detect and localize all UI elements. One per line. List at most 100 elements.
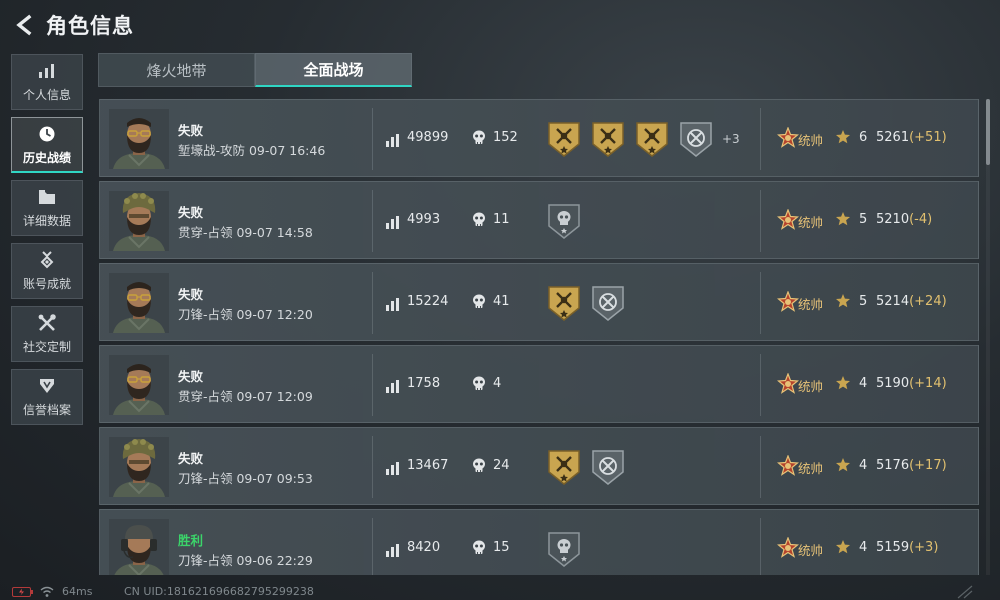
tab-warzone[interactable]: 烽火地带 <box>98 53 255 87</box>
skull-icon <box>472 212 486 228</box>
tab-full-battlefield[interactable]: 全面战场 <box>255 53 412 87</box>
match-score: 8420 <box>407 540 441 555</box>
character-avatar <box>109 355 169 415</box>
score-icon <box>386 378 400 393</box>
sidebar-item-reputation[interactable]: 信誉档案 <box>11 369 83 425</box>
star-icon <box>835 457 851 473</box>
star-icon <box>835 375 851 391</box>
clock-icon <box>37 124 57 144</box>
rank-points-value: 5159 <box>876 540 910 555</box>
rank-points: 5214(+24) <box>876 294 947 309</box>
match-row[interactable]: 失败 刀锋-占领 09-07 09:53 13467 24 统帅 4 5176(+17) <box>99 427 979 505</box>
mode-tabs: 烽火地带 全面战场 <box>98 53 412 87</box>
match-row[interactable]: 胜利 刀锋-占领 09-06 22:29 8420 15 统帅 4 5159(+3) <box>99 509 979 575</box>
medal-icon <box>37 250 57 270</box>
medal-gold-icon[interactable] <box>634 120 670 158</box>
match-mode-time: 刀锋-占领 09-07 09:53 <box>178 471 313 486</box>
medal-silver-icon[interactable] <box>590 284 626 322</box>
divider <box>760 518 761 575</box>
match-mode-time: 堑壕战-攻防 09-07 16:46 <box>178 143 326 158</box>
rank-points-delta: (-4) <box>909 212 933 227</box>
rank-points-delta: (+24) <box>909 294 947 309</box>
skull-icon <box>472 294 486 310</box>
rank-points: 5210(-4) <box>876 212 932 227</box>
match-result: 失败 <box>178 205 204 220</box>
divider <box>372 518 373 575</box>
rank-name: 统帅 <box>798 379 824 394</box>
scrollbar-thumb[interactable] <box>986 99 990 165</box>
rank-name: 统帅 <box>798 215 824 230</box>
match-row[interactable]: 失败 贯穿-占领 09-07 12:09 1758 4 统帅 4 5190(+14) <box>99 345 979 423</box>
medal-silver-icon[interactable] <box>678 120 714 158</box>
match-result: 胜利 <box>178 533 204 548</box>
divider <box>760 354 761 416</box>
rank-points: 5159(+3) <box>876 540 938 555</box>
medal-gold-icon[interactable] <box>546 284 582 322</box>
score-icon <box>386 460 400 475</box>
rank-level: 4 <box>859 458 868 473</box>
rank-badge-icon <box>776 290 800 313</box>
match-result: 失败 <box>178 287 204 302</box>
match-row[interactable]: 失败 刀锋-占领 09-07 12:20 15224 41 统帅 5 5214(+24) <box>99 263 979 341</box>
rank-points-delta: (+14) <box>909 376 947 391</box>
ping-value: 64ms <box>62 585 93 598</box>
rank-name: 统帅 <box>798 133 824 148</box>
rank-points-value: 5190 <box>876 376 910 391</box>
rank-badge-icon <box>776 372 800 395</box>
match-score: 4993 <box>407 212 441 227</box>
match-mode-time: 贯穿-占领 09-07 12:09 <box>178 389 313 404</box>
star-icon <box>835 211 851 227</box>
match-kills: 41 <box>493 294 510 309</box>
star-icon <box>835 539 851 555</box>
match-score: 13467 <box>407 458 449 473</box>
medal-list <box>546 202 590 240</box>
score-icon <box>386 296 400 311</box>
score-icon <box>386 132 400 147</box>
folder-icon <box>37 187 57 207</box>
page-title: 角色信息 <box>46 14 134 38</box>
character-avatar <box>109 109 169 169</box>
rank-points-value: 5210 <box>876 212 910 227</box>
character-avatar <box>109 191 169 251</box>
match-history-list: 失败 堑壕战-攻防 09-07 16:46 49899 152 +3 统帅 6 5261(+5… <box>99 99 979 575</box>
sidebar-item-history[interactable]: 历史战绩 <box>11 117 83 173</box>
skull-icon <box>472 130 486 146</box>
rank-points-value: 5214 <box>876 294 910 309</box>
scrollbar[interactable] <box>986 99 990 575</box>
sidebar-item-label: 个人信息 <box>22 88 71 102</box>
divider <box>760 272 761 334</box>
medal-gold-icon[interactable] <box>546 120 582 158</box>
rank-level: 4 <box>859 540 868 555</box>
medal-list <box>546 530 590 568</box>
medal-gold-icon[interactable] <box>590 120 626 158</box>
rank-name: 统帅 <box>798 461 824 476</box>
back-arrow-icon <box>16 14 32 36</box>
match-mode-time: 刀锋-占领 09-06 22:29 <box>178 553 313 568</box>
rank-level: 6 <box>859 130 868 145</box>
rank-badge-icon <box>776 454 800 477</box>
sidebar-item-profile[interactable]: 个人信息 <box>11 54 83 110</box>
sidebar-item-achievements[interactable]: 账号成就 <box>11 243 83 299</box>
medal-silver-icon[interactable] <box>546 530 582 568</box>
match-kills: 15 <box>493 540 510 555</box>
medal-list: +3 <box>546 120 740 158</box>
back-button[interactable] <box>10 10 40 40</box>
rank-badge-icon <box>776 126 800 149</box>
divider <box>372 108 373 170</box>
match-row[interactable]: 失败 堑壕战-攻防 09-07 16:46 49899 152 +3 统帅 6 5261(+5… <box>99 99 979 177</box>
match-result: 失败 <box>178 451 204 466</box>
medal-list <box>546 284 634 322</box>
more-medals-count[interactable]: +3 <box>722 132 740 146</box>
sidebar-item-label: 详细数据 <box>22 214 71 228</box>
medal-silver-icon[interactable] <box>590 448 626 486</box>
match-row[interactable]: 失败 贯穿-占领 09-07 14:58 4993 11 统帅 5 5210(-4) <box>99 181 979 259</box>
divider <box>760 436 761 498</box>
medal-silver-icon[interactable] <box>546 202 582 240</box>
medal-gold-icon[interactable] <box>546 448 582 486</box>
sidebar-item-social[interactable]: 社交定制 <box>11 306 83 362</box>
tools-icon <box>37 313 57 333</box>
resize-corner-icon <box>957 585 973 599</box>
header: 角色信息 <box>0 0 1000 50</box>
battery-icon <box>12 587 33 597</box>
sidebar-item-details[interactable]: 详细数据 <box>11 180 83 236</box>
